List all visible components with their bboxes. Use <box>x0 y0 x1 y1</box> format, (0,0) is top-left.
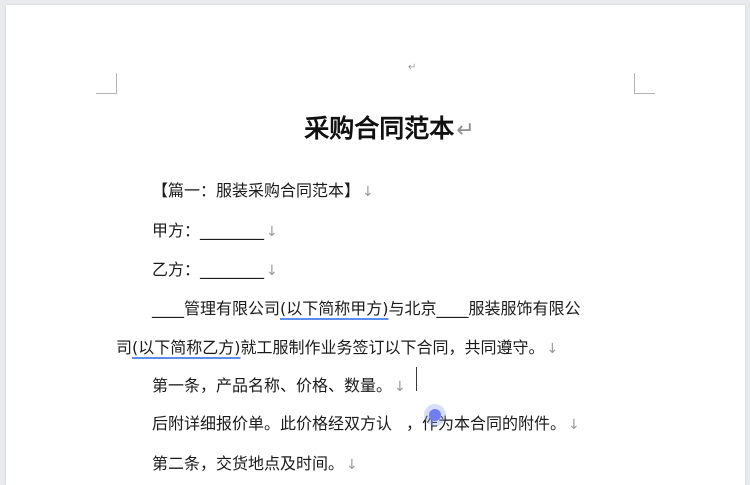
text-line[interactable]: 乙方：________ ↓ <box>152 256 278 280</box>
text-cursor <box>416 367 417 391</box>
text-line[interactable]: 甲方：________ ↓ <box>152 217 278 241</box>
text-line[interactable]: 后附详细报价单。此价格经双方认 ，作为本合同的附件。 ↓ <box>152 410 580 434</box>
ai-assistant-icon[interactable] <box>424 404 446 426</box>
line-break-mark: ↓ <box>362 184 374 200</box>
line-break-mark: ↓ <box>546 341 559 357</box>
margin-corner-top-left <box>96 73 117 94</box>
margin-corner-top-right <box>634 73 655 94</box>
document-page[interactable]: ↵ 采购合同范本↵ 【篇一：服装采购合同范本】 ↓ 甲方：________ ↓ 乙方… <box>6 5 745 485</box>
paragraph-mark: ↵ <box>408 62 417 73</box>
ai-assistant-icon-inner <box>429 409 441 421</box>
text-line[interactable]: 第一条，产品名称、价格、数量。 ↓ <box>152 372 406 396</box>
spellcheck-underline[interactable]: (以下简称甲方) <box>280 299 389 318</box>
line-break-mark: ↓ <box>568 417 580 433</box>
spellcheck-underline[interactable]: (以下简称乙方) <box>132 338 241 357</box>
text-line[interactable]: ____管理有限公司(以下简称甲方)与北京____服装服饰有限公 <box>152 295 581 319</box>
line-break-mark: ↓ <box>394 379 406 395</box>
paragraph-mark: ↵ <box>456 118 475 143</box>
text-line[interactable]: 司(以下简称乙方)就工服制作业务签订以下合同，共同遵守。 ↓ <box>116 334 558 358</box>
document-title[interactable]: 采购合同范本↵ <box>6 109 745 145</box>
line-break-mark: ↓ <box>266 263 278 279</box>
text-line[interactable]: 【篇一：服装采购合同范本】 ↓ <box>152 177 374 201</box>
text-line[interactable]: 第二条，交货地点及时间。 ↓ <box>152 450 358 474</box>
line-break-mark: ↓ <box>266 224 278 240</box>
line-break-mark: ↓ <box>346 457 358 473</box>
